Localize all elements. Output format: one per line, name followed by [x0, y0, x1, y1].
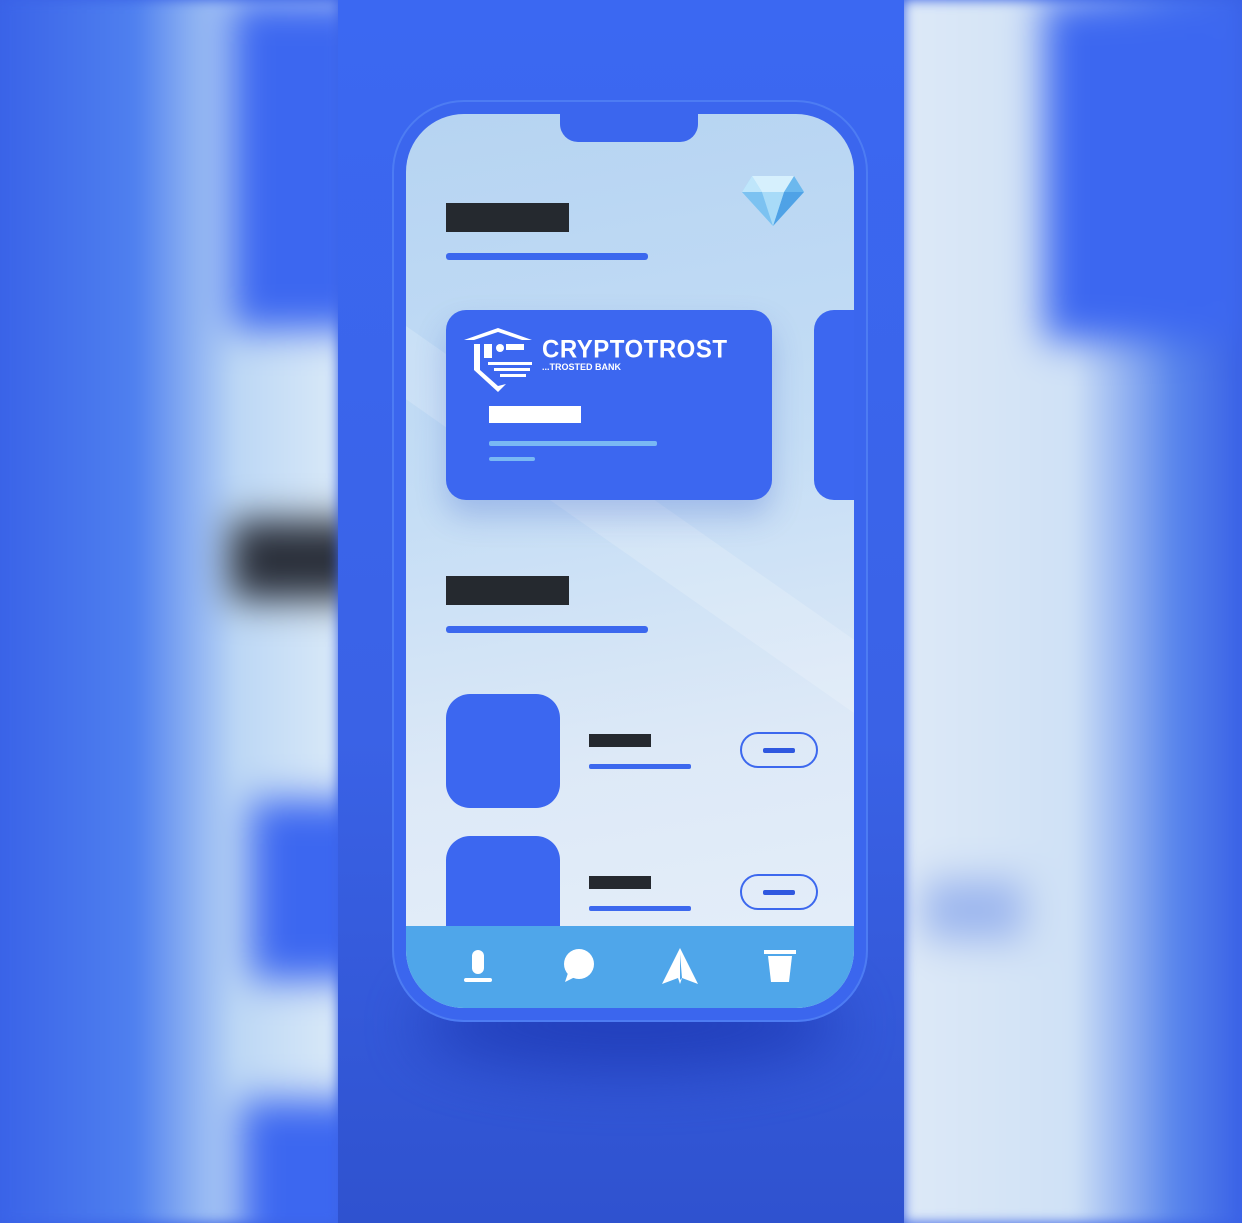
minus-icon	[763, 890, 795, 895]
list-item-action-button[interactable]	[740, 874, 818, 910]
bank-card[interactable]: CRYPTOTROST ...TROSTED BANK	[446, 310, 772, 500]
section-subtitle-line	[446, 626, 648, 633]
trash-icon[interactable]	[760, 946, 800, 986]
list-item-thumbnail	[446, 694, 560, 808]
shield-logo-icon	[464, 328, 532, 392]
list-item-title-placeholder	[589, 876, 651, 889]
next-card-peek[interactable]	[814, 310, 854, 500]
card-line-placeholder	[489, 441, 657, 446]
diamond-icon[interactable]	[740, 172, 806, 228]
phone-screen: CRYPTOTROST ...TROSTED BANK	[406, 114, 854, 1008]
mic-icon[interactable]	[458, 946, 498, 986]
list-item[interactable]	[446, 694, 826, 810]
brand-name: CRYPTOTROST	[542, 335, 728, 364]
list-item-action-button[interactable]	[740, 732, 818, 768]
chat-icon[interactable]	[559, 946, 599, 986]
brand-tagline: ...TROSTED BANK	[542, 362, 622, 372]
background-right-blur	[904, 0, 1242, 1223]
background-left-blur	[0, 0, 338, 1223]
minus-icon	[763, 748, 795, 753]
bottom-tab-bar	[406, 926, 854, 1008]
list-item-line-placeholder	[589, 906, 691, 911]
header-subtitle-line	[446, 253, 648, 260]
card-line-short-placeholder	[489, 457, 535, 461]
header-title-placeholder	[446, 203, 569, 232]
list-item-title-placeholder	[589, 734, 651, 747]
list-item-line-placeholder	[589, 764, 691, 769]
card-title-placeholder	[489, 406, 581, 423]
section-title-placeholder	[446, 576, 569, 605]
phone-notch	[560, 114, 698, 142]
send-icon[interactable]	[660, 946, 700, 986]
